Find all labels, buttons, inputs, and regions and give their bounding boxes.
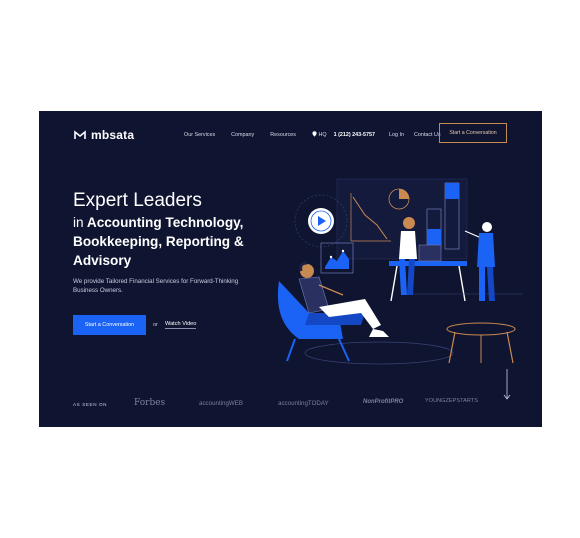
brand-name: mbsata xyxy=(91,128,135,142)
press-logo-nonprofitpro: NonProfitPRO xyxy=(363,399,404,405)
location-pin-icon xyxy=(312,131,317,137)
start-conversation-button[interactable]: Start a Conversation xyxy=(73,315,146,335)
hero-frame: mbsata Our Services Company Resources HQ… xyxy=(39,111,542,427)
login-link[interactable]: Log In xyxy=(389,132,404,138)
contact-link[interactable]: Contact Us xyxy=(414,132,441,138)
hq-link[interactable]: HQ xyxy=(312,131,327,138)
hq-label: HQ xyxy=(318,132,327,138)
nav-item-company[interactable]: Company xyxy=(231,132,254,138)
main-nav: Our Services Company Resources HQ 1 (212… xyxy=(184,131,457,138)
logo[interactable]: mbsata xyxy=(74,128,134,142)
press-logo-accountingweb: accountingWEB xyxy=(199,400,244,407)
nav-item-resources[interactable]: Resources xyxy=(270,132,296,138)
logo-mark-icon xyxy=(74,130,86,139)
hero-subtext: We provide Tailored Financial Services f… xyxy=(73,278,239,294)
press-logo-youngzepstarts: YOUNGZEPSTARTS xyxy=(425,398,478,404)
nav-item-our-services[interactable]: Our Services xyxy=(184,132,215,138)
scroll-down-arrow-icon[interactable] xyxy=(503,369,511,401)
watch-video-link[interactable]: Watch Video xyxy=(165,321,197,329)
headline-light: Expert Leaders xyxy=(73,190,202,211)
press-logo-accountingtoday: accountingTODAY xyxy=(278,400,329,407)
headline-bold: Accounting Technology, Bookkeeping, Repo… xyxy=(73,215,244,268)
phone-number[interactable]: 1 (212) 243-5757 xyxy=(334,132,375,138)
start-conversation-button-header[interactable]: Start a Conversation xyxy=(439,123,507,143)
or-text: or xyxy=(153,322,158,328)
headline-lead: in xyxy=(73,215,84,230)
hero-illustration xyxy=(277,178,523,365)
press-logo-forbes: Forbes xyxy=(134,398,166,408)
headline-bold-block: in Accounting Technology, Bookkeeping, R… xyxy=(73,213,273,270)
as-seen-on-label: AS SEEN ON xyxy=(73,402,108,407)
